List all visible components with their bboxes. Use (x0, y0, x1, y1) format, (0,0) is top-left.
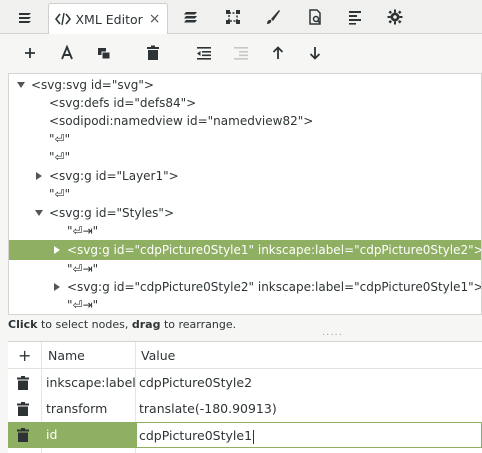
attribute-table: + Name Value inkscape:label cdpPicture0S… (8, 341, 482, 453)
pane-resize-handle[interactable]: ····· (322, 330, 343, 341)
tree-node[interactable]: "⏎⇥" (9, 296, 481, 314)
expanded-arrow-icon[interactable] (33, 204, 45, 222)
attribute-value[interactable]: translate(-180.90913) (139, 396, 277, 422)
tab-objects[interactable] (176, 3, 206, 31)
tab-fill-stroke[interactable] (258, 3, 288, 31)
gear-icon (387, 9, 403, 25)
delete-node-button[interactable] (140, 41, 166, 65)
tree-node[interactable]: <sodipodi:namedview id="namedview82"> (9, 112, 481, 130)
tree-node-label: "⏎" (49, 187, 71, 201)
trash-icon[interactable] (16, 428, 30, 442)
attribute-value-editor[interactable]: cdpPicture0Style1 (136, 422, 482, 448)
tree-node[interactable]: <svg:g id="cdpPicture0Style2" inkscape:l… (9, 278, 482, 296)
unindent-icon (197, 47, 211, 60)
paintbrush-icon (267, 10, 280, 24)
tab-align[interactable] (340, 3, 370, 31)
tree-node[interactable]: "⏎" (9, 130, 481, 148)
tree-node-label: <sodipodi:namedview id="namedview82"> (49, 114, 314, 128)
collapsed-arrow-icon[interactable] (51, 240, 63, 260)
tree-node-selected[interactable]: <svg:g id="cdpPicture0Style1" inkscape:l… (9, 240, 482, 260)
duplicate-node-button[interactable] (91, 41, 117, 65)
expanded-arrow-icon[interactable] (15, 76, 27, 94)
add-attribute-button[interactable]: + (18, 342, 31, 369)
column-header-value: Value (141, 348, 176, 363)
xml-code-icon (55, 12, 72, 26)
column-header-name: Name (48, 348, 85, 363)
tree-node-label: <svg:g id="cdpPicture0Style1" inkscape:l… (67, 243, 482, 257)
tab-xml-editor[interactable]: XML Editor × (48, 3, 168, 34)
tree-node[interactable]: <svg:g id="Styles"> (9, 204, 481, 222)
tree-node[interactable]: <svg:g id="Layer1"> (9, 167, 481, 185)
collapsed-arrow-icon[interactable] (51, 278, 63, 296)
new-element-node-button[interactable] (17, 41, 43, 65)
close-icon[interactable]: × (149, 11, 161, 27)
tree-node[interactable]: <svg:defs id="defs84"> (9, 94, 481, 112)
attribute-table-header: + Name Value (8, 342, 482, 369)
tab-xml-editor-label: XML Editor (75, 11, 143, 27)
tree-node-label: "⏎" (49, 132, 71, 146)
tree-node-label: "⏎⇥" (67, 224, 99, 238)
indent-node-button[interactable] (228, 41, 254, 65)
tree-node-label: <svg:defs id="defs84"> (49, 96, 197, 110)
tree-node[interactable]: <svg:svg id="svg"> (9, 76, 481, 94)
attribute-name: id (46, 427, 58, 442)
layers-icon (19, 13, 31, 23)
tree-node[interactable]: "⏎⇥" (9, 222, 481, 240)
tab-document-properties[interactable] (300, 3, 330, 31)
trash-icon[interactable] (16, 402, 30, 416)
text-a-icon (61, 45, 73, 60)
attribute-row[interactable]: transform translate(-180.90913) (8, 396, 482, 422)
tree-node-label: "⏎⇥" (67, 262, 99, 276)
attribute-row-selected[interactable]: id cdpPicture0Style1 (8, 422, 482, 448)
attribute-name: transform (46, 401, 108, 416)
xml-node-tree[interactable]: <svg:svg id="svg"> <svg:defs id="defs84"… (8, 73, 482, 315)
trash-icon[interactable] (16, 376, 30, 390)
tab-transform[interactable] (218, 3, 248, 31)
attribute-row[interactable]: inkscape:label cdpPicture0Style2 (8, 370, 482, 396)
hint-drag: drag (131, 318, 161, 331)
tree-node[interactable]: "⏎⇥" (9, 260, 481, 278)
tree-node-label: <svg:svg id="svg"> (31, 78, 154, 92)
new-text-node-button[interactable] (54, 41, 80, 65)
hint-click-rest: to select nodes, (37, 318, 132, 331)
indent-icon (234, 47, 248, 60)
tree-node-label: <svg:g id="Layer1"> (49, 169, 179, 183)
tree-node-label: "⏎⇥" (67, 298, 99, 312)
tree-node[interactable]: "⏎" (9, 185, 481, 203)
tree-node-label: "⏎" (49, 150, 71, 164)
tree-node[interactable]: "⏎" (9, 148, 481, 166)
tab-preferences[interactable] (380, 3, 410, 31)
xml-toolbar (0, 35, 482, 71)
arrow-up-icon (272, 46, 284, 59)
attribute-value-text: cdpPicture0Style1 (139, 428, 253, 443)
unindent-node-button[interactable] (191, 41, 217, 65)
attribute-name: inkscape:label (46, 375, 136, 390)
trash-icon (147, 45, 159, 60)
objects-icon (184, 12, 197, 23)
align-text-icon (349, 11, 361, 25)
tab-layers[interactable] (10, 3, 40, 31)
document-properties-icon (309, 9, 321, 25)
transform-icon (226, 10, 240, 24)
dock-tab-bar: XML Editor × (0, 0, 482, 34)
lower-node-button[interactable] (302, 41, 328, 65)
tree-node-label: <svg:g id="cdpPicture0Style2" inkscape:l… (67, 280, 482, 294)
collapsed-arrow-icon[interactable] (33, 167, 45, 185)
hint-click: Click (8, 318, 38, 331)
arrow-down-icon (309, 47, 321, 60)
status-hint: Click to select nodes, drag to rearrange… (8, 318, 236, 331)
raise-node-button[interactable] (265, 41, 291, 65)
plus-icon (25, 48, 35, 58)
duplicate-icon (98, 48, 111, 60)
text-cursor (253, 429, 255, 444)
attribute-value[interactable]: cdpPicture0Style2 (139, 370, 252, 396)
hint-drag-rest: to rearrange. (160, 318, 237, 331)
tree-node-label: <svg:g id="Styles"> (49, 206, 174, 220)
